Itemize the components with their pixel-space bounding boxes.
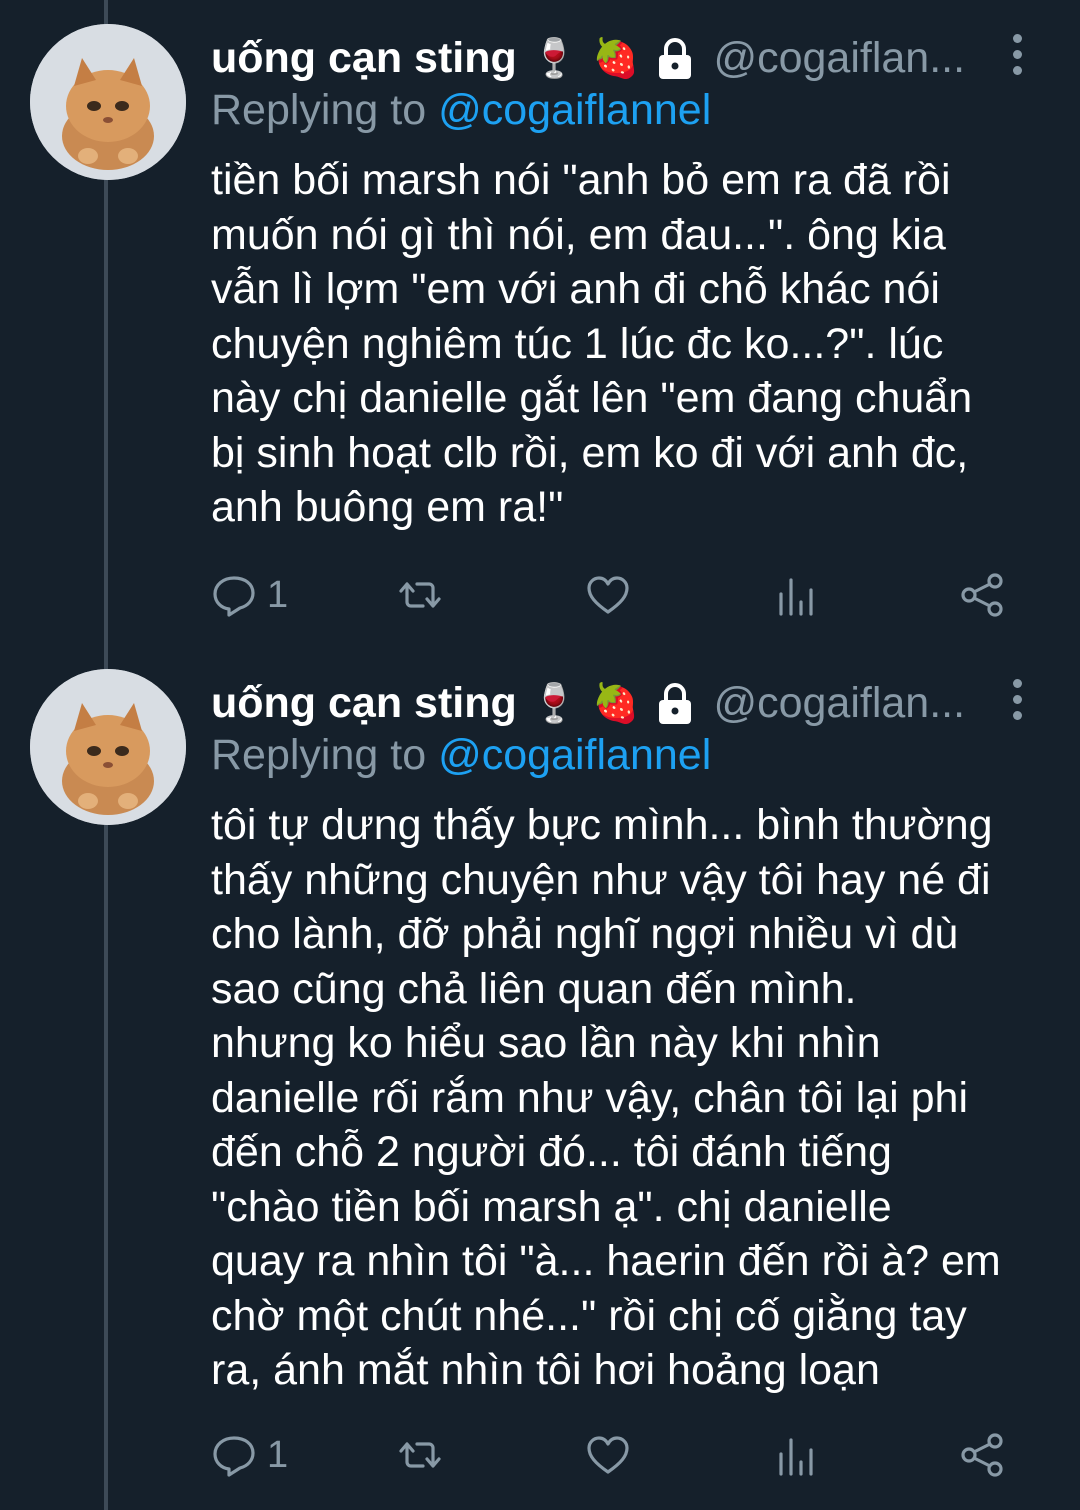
- tweet-text-line: nhưng ko hiểu sao lần này khi nhìn: [211, 1019, 881, 1067]
- reply-count: 1: [267, 573, 289, 616]
- strawberry-emoji: 🍓: [592, 680, 640, 725]
- tweet-text-line: chuyện nghiêm túc 1 lúc đc ko...?". lúc: [211, 319, 944, 368]
- reply-count: 1: [267, 1433, 289, 1476]
- replying-mention-link[interactable]: @cogaiflannel: [438, 731, 711, 779]
- tweet-header: uống cạn sting 🍷 🍓 @cogaiflan...: [211, 28, 1011, 88]
- tweet-text-line: tôi tự dưng thấy bực mình... bình thường: [211, 801, 993, 849]
- lock-icon: [659, 683, 692, 724]
- analytics-button[interactable]: [773, 1425, 819, 1485]
- heart-icon: [587, 1436, 629, 1474]
- like-button[interactable]: [585, 1425, 631, 1485]
- replying-prefix: Replying to: [211, 86, 427, 134]
- tweet-text-line: anh buông em ra!": [211, 483, 564, 531]
- tweet-text-line: chờ một chút nhé..." rồi chị cố giằng ta…: [211, 1291, 967, 1340]
- user-handle[interactable]: @cogaiflan...: [713, 34, 965, 83]
- tweet-text-line: ra, ánh mắt nhìn tôi hơi hoảng loạn: [211, 1346, 880, 1394]
- analytics-icon: [779, 1438, 813, 1476]
- avatar[interactable]: [30, 24, 186, 180]
- like-button[interactable]: [585, 565, 631, 625]
- replying-to: Replying to @cogaiflannel: [211, 731, 711, 780]
- tweet-header: uống cạn sting 🍷 🍓 @cogaiflan...: [211, 673, 1011, 733]
- share-icon: [961, 1433, 1003, 1477]
- strawberry-emoji: 🍓: [592, 35, 640, 80]
- lock-icon: [659, 38, 692, 79]
- reply-button[interactable]: 1: [211, 1425, 288, 1485]
- replying-prefix: Replying to: [211, 731, 427, 779]
- cat-avatar-image: [30, 669, 186, 825]
- tweet-text-line: cho lành, đỡ phải nghĩ ngợi nhiều vì dù: [211, 910, 959, 958]
- share-icon: [961, 573, 1003, 617]
- tweet-text-line: sao cũng chả liên quan đến mình.: [211, 964, 857, 1013]
- retweet-button[interactable]: [397, 565, 443, 625]
- tweet-text-line: danielle rối rắm như vậy, chân tôi lại p…: [211, 1073, 968, 1122]
- display-name[interactable]: uống cạn sting: [211, 34, 517, 83]
- user-handle[interactable]: @cogaiflan...: [713, 679, 965, 728]
- tweet-actions: 1: [211, 1425, 1011, 1485]
- reply-button[interactable]: 1: [211, 565, 288, 625]
- tweet-text-line: quay ra nhìn tôi "à... haerin đến rồi à?…: [211, 1237, 1001, 1285]
- retweet-icon: [399, 1442, 441, 1468]
- reply-icon: [213, 576, 255, 617]
- tweet-text-line: thấy những chuyện như vậy tôi hay né đi: [211, 855, 991, 904]
- replying-to: Replying to @cogaiflannel: [211, 86, 711, 135]
- tweet-text-line: muốn nói gì thì nói, em đau...". ông kia: [211, 210, 946, 259]
- tweet-text-line: bị sinh hoạt clb rồi, em ko đi với anh đ…: [211, 428, 969, 477]
- display-name[interactable]: uống cạn sting: [211, 679, 517, 728]
- tweet-text-line: đến chỗ 2 người đó... tôi đánh tiếng: [211, 1128, 892, 1176]
- more-vertical-icon[interactable]: [1005, 669, 1029, 729]
- tweet-text-line: vẫn lì lợm "em với anh đi chỗ khác nói: [211, 265, 940, 313]
- tweet-text-line: tiền bối marsh nói "anh bỏ em ra đã rồi: [211, 156, 951, 204]
- reply-icon: [213, 1436, 255, 1477]
- tweet-text-line: này chị danielle gắt lên "em đang chuẩn: [211, 374, 973, 422]
- replying-mention-link[interactable]: @cogaiflannel: [438, 86, 711, 134]
- heart-icon: [587, 576, 629, 614]
- wine-glass-emoji: 🍷: [530, 35, 579, 80]
- tweet-text-line: "chào tiền bối marsh ạ". chị danielle: [211, 1182, 892, 1231]
- more-vertical-icon[interactable]: [1005, 24, 1029, 84]
- tweet-actions: 1: [211, 565, 1011, 625]
- retweet-button[interactable]: [397, 1425, 443, 1485]
- share-button[interactable]: [959, 565, 1005, 625]
- analytics-icon: [779, 578, 813, 616]
- tweet-text: tiền bối marsh nói "anh bỏ em ra đã rồi …: [211, 153, 1051, 535]
- avatar[interactable]: [30, 669, 186, 825]
- analytics-button[interactable]: [773, 565, 819, 625]
- cat-avatar-image: [30, 24, 186, 180]
- wine-glass-emoji: 🍷: [530, 680, 579, 725]
- share-button[interactable]: [959, 1425, 1005, 1485]
- tweet-text: tôi tự dưng thấy bực mình... bình thường…: [211, 798, 1051, 1398]
- retweet-icon: [399, 582, 441, 608]
